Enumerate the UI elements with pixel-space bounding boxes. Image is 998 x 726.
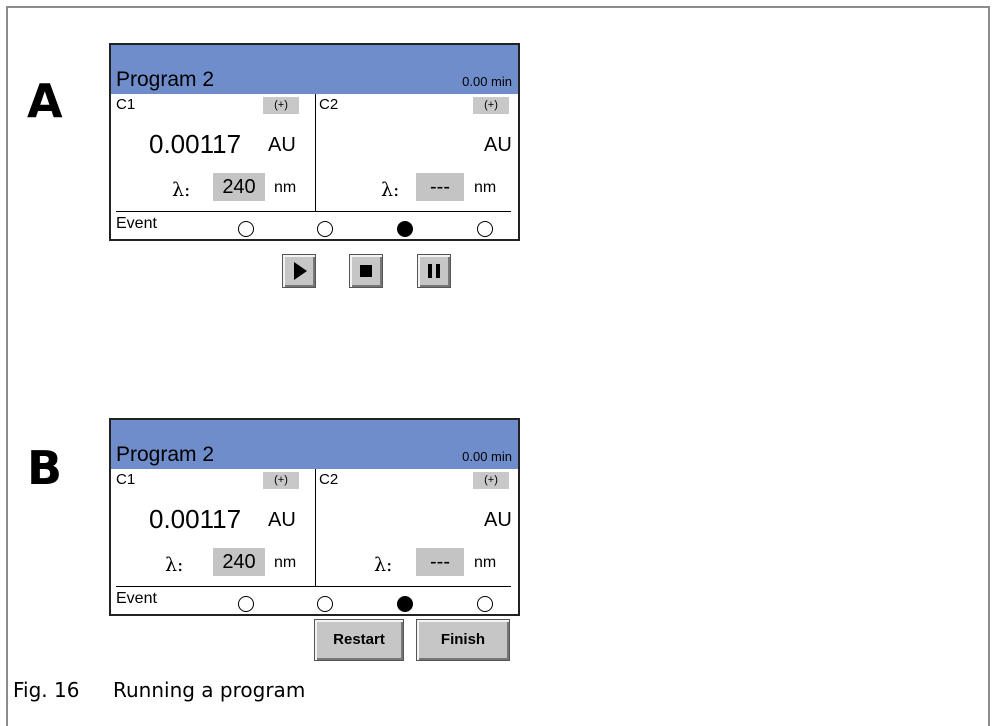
run-time: 0.00 min <box>462 449 512 464</box>
event-1-radio[interactable] <box>238 221 254 237</box>
channel-1-wavelength-field[interactable]: 240 <box>213 173 265 201</box>
pause-button[interactable] <box>417 254 451 288</box>
channel-2-label: C2 <box>319 96 339 113</box>
event-4-radio[interactable] <box>477 596 493 612</box>
restart-button[interactable]: Restart <box>314 619 404 661</box>
stop-button[interactable] <box>349 254 383 288</box>
channel-1-lambda-symbol: λ: <box>172 179 191 201</box>
channel-1-autozero-button[interactable]: (+) <box>263 472 299 489</box>
figure-caption: Fig. 16 Running a program <box>13 678 305 702</box>
channel-1-autozero-button[interactable]: (+) <box>263 97 299 114</box>
event-3-radio[interactable] <box>397 221 413 237</box>
channel-1-label: C1 <box>116 96 136 113</box>
channel-2-wavelength-unit: nm <box>474 554 497 571</box>
event-divider <box>116 211 511 212</box>
channel-2-unit: AU <box>484 509 512 531</box>
event-4-radio[interactable] <box>477 221 493 237</box>
channel-1-label: C1 <box>116 471 136 488</box>
event-2-radio[interactable] <box>317 221 333 237</box>
panel-label-b: B <box>27 441 63 495</box>
figure-number: Fig. 16 <box>13 678 80 702</box>
channel-1-unit: AU <box>268 509 296 531</box>
pause-icon <box>428 264 440 278</box>
start-button[interactable] <box>282 254 316 288</box>
finish-button[interactable]: Finish <box>416 619 510 661</box>
panel-label-a: A <box>27 74 63 128</box>
channel-2-wavelength-unit: nm <box>474 179 497 196</box>
channel-divider <box>315 94 316 212</box>
channel-2-autozero-button[interactable]: (+) <box>473 472 509 489</box>
title-bar: Program 2 0.00 min <box>111 420 518 469</box>
channel-1-absorbance: 0.00117 <box>149 129 242 159</box>
channel-1-unit: AU <box>268 134 296 156</box>
channel-2-autozero-button[interactable]: (+) <box>473 97 509 114</box>
channel-1-wavelength-unit: nm <box>274 554 297 571</box>
channel-2-lambda-symbol: λ: <box>381 179 400 201</box>
channel-2-lambda-symbol: λ: <box>374 554 393 576</box>
event-divider <box>116 586 511 587</box>
screen-panel-a: Program 2 0.00 min C1 (+) 0.00117 AU λ: … <box>109 43 520 288</box>
channel-1-wavelength-field[interactable]: 240 <box>213 548 265 576</box>
run-time: 0.00 min <box>462 74 512 89</box>
event-label: Event <box>116 590 157 607</box>
event-label: Event <box>116 215 157 232</box>
program-title: Program 2 <box>116 68 215 91</box>
channel-1-lambda-symbol: λ: <box>165 554 184 576</box>
channel-1-absorbance: 0.00117 <box>149 504 242 534</box>
channel-2-wavelength-field[interactable]: --- <box>416 173 464 201</box>
channel-2-wavelength-field[interactable]: --- <box>416 548 464 576</box>
title-bar: Program 2 0.00 min <box>111 45 518 94</box>
figure-title: Running a program <box>113 678 306 702</box>
event-2-radio[interactable] <box>317 596 333 612</box>
program-title: Program 2 <box>116 443 215 466</box>
event-1-radio[interactable] <box>238 596 254 612</box>
channel-1-wavelength-unit: nm <box>274 179 297 196</box>
stop-icon <box>360 265 372 277</box>
channel-2-unit: AU <box>484 134 512 156</box>
channel-divider <box>315 469 316 587</box>
channel-2-label: C2 <box>319 471 339 488</box>
screen-panel-b: Program 2 0.00 min C1 (+) 0.00117 AU λ: … <box>109 418 520 616</box>
play-icon <box>294 262 307 280</box>
event-3-radio[interactable] <box>397 596 413 612</box>
